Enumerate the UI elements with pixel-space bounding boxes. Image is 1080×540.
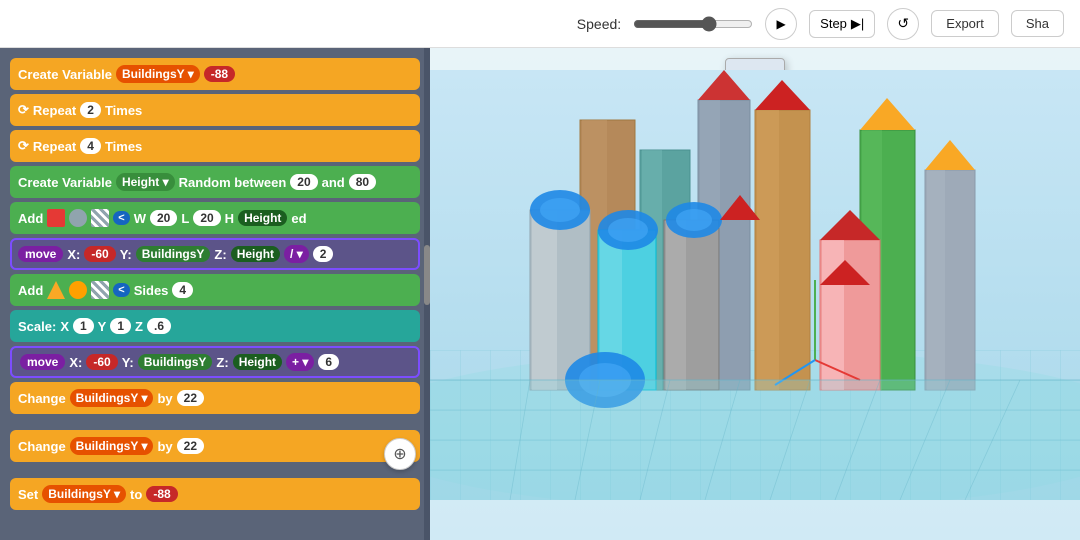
block-repeat-2[interactable]: ⟳ Repeat 2 Times — [10, 94, 420, 126]
move-label-2: move — [20, 354, 65, 370]
repeat-count-2: 2 — [80, 102, 101, 118]
move1-y: BuildingsY — [136, 246, 211, 262]
reset-button[interactable]: ↺ — [887, 8, 919, 40]
move2-z: Height — [233, 354, 282, 370]
var-dropdown-buildingsy[interactable]: BuildingsY ▾ — [116, 65, 200, 83]
cone-shape-icon — [47, 281, 65, 299]
main-area: Create Variable BuildingsY ▾ -88 ⟳ Repea… — [0, 48, 1080, 540]
change-val-a: 22 — [177, 390, 204, 406]
sides-val: 4 — [172, 282, 193, 298]
sphere-shape-icon — [69, 209, 87, 227]
yellow-circle-icon — [69, 281, 87, 299]
move1-z: Height — [231, 246, 280, 262]
block-repeat-4[interactable]: ⟳ Repeat 4 Times — [10, 130, 420, 162]
lt-icon: < — [113, 211, 129, 225]
cityscape-svg — [430, 70, 1080, 500]
move1-x: -60 — [84, 246, 115, 262]
width-val: 20 — [150, 210, 177, 226]
move2-y: BuildingsY — [138, 354, 213, 370]
step-icon: ▶| — [851, 16, 864, 32]
block-move-2[interactable]: move X: -60 Y: BuildingsY Z: Height + ▾ … — [10, 346, 420, 378]
set-dropdown[interactable]: BuildingsY ▾ — [42, 485, 126, 503]
value-neg88: -88 — [204, 66, 235, 82]
speed-slider[interactable] — [633, 16, 753, 32]
move2-x: -60 — [86, 354, 117, 370]
lt-icon-2: < — [113, 283, 129, 297]
change-dropdown-a[interactable]: BuildingsY ▾ — [70, 389, 154, 407]
code-panel[interactable]: Create Variable BuildingsY ▾ -88 ⟳ Repea… — [0, 48, 430, 540]
scale-z: .6 — [147, 318, 171, 334]
speed-label: Speed: — [577, 16, 621, 32]
step-label: Step — [820, 16, 847, 31]
random-min: 20 — [290, 174, 317, 190]
block-move-1[interactable]: move X: -60 Y: BuildingsY Z: Height / ▾ … — [10, 238, 420, 270]
export-button[interactable]: Export — [931, 10, 999, 37]
block-set-buildingsy[interactable]: Set BuildingsY ▾ to -88 — [10, 478, 420, 510]
diag-shape-icon — [91, 209, 109, 227]
height-var-ref: Height — [238, 210, 287, 226]
move2-op-dropdown[interactable]: + ▾ — [286, 353, 314, 371]
diag2-shape-icon — [91, 281, 109, 299]
block-text: Create Variable — [18, 67, 112, 82]
viewport: BACK + − — [430, 48, 1080, 540]
share-button[interactable]: Sha — [1011, 10, 1064, 37]
reset-icon: ↺ — [897, 15, 909, 32]
play-button[interactable]: ▶ — [765, 8, 797, 40]
repeat-icon: ⟳ — [18, 102, 29, 118]
var-dropdown-height[interactable]: Height ▾ — [116, 173, 175, 191]
change-dropdown-b[interactable]: BuildingsY ▾ — [70, 437, 154, 455]
move1-val: 2 — [313, 246, 334, 262]
block-change-buildingsy-b[interactable]: Change BuildingsY ▾ by 22 — [10, 430, 420, 462]
move-label-1: move — [18, 246, 63, 262]
zoom-icon: ⊕ — [393, 444, 406, 464]
block-create-var-buildingsy[interactable]: Create Variable BuildingsY ▾ -88 — [10, 58, 420, 90]
scale-y: 1 — [110, 318, 131, 334]
block-add-shapes[interactable]: Add < W 20 L 20 H Height ed — [10, 202, 420, 234]
block-create-var-height[interactable]: Create Variable Height ▾ Random between … — [10, 166, 420, 198]
move2-val: 6 — [318, 354, 339, 370]
block-change-buildingsy-a[interactable]: Change BuildingsY ▾ by 22 — [10, 382, 420, 414]
change-val-b: 22 — [177, 438, 204, 454]
repeat-icon-2: ⟳ — [18, 138, 29, 154]
move1-op-dropdown[interactable]: / ▾ — [284, 245, 309, 263]
random-max: 80 — [349, 174, 376, 190]
repeat-count-4: 4 — [80, 138, 101, 154]
step-button[interactable]: Step ▶| — [809, 10, 875, 38]
block-scale[interactable]: Scale: X 1 Y 1 Z .6 — [10, 310, 420, 342]
length-val: 20 — [193, 210, 220, 226]
toolbar: Speed: ▶ Step ▶| ↺ Export Sha — [0, 0, 1080, 48]
set-val: -88 — [146, 486, 177, 502]
zoom-panel-button[interactable]: ⊕ — [384, 438, 416, 470]
block-add-cone[interactable]: Add < Sides 4 — [10, 274, 420, 306]
cube-shape-icon — [47, 209, 65, 227]
scale-x: 1 — [73, 318, 94, 334]
